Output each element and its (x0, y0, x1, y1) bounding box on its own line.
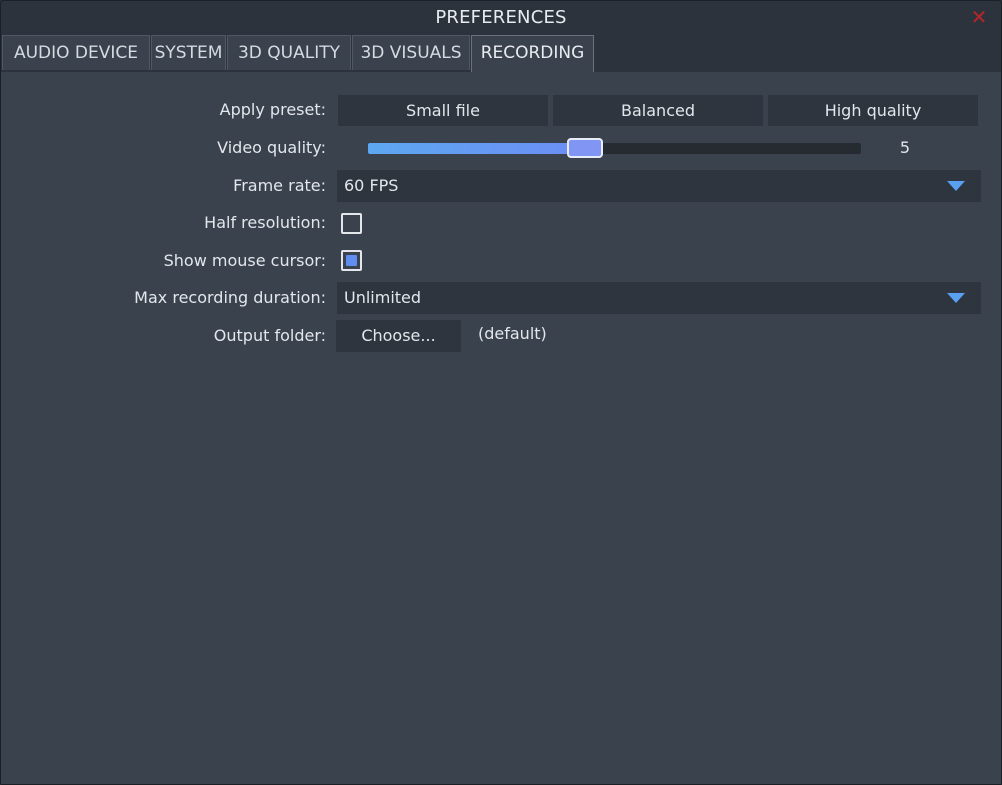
tab-3d-visuals[interactable]: 3D VISUALS (352, 35, 470, 70)
title-bar: PREFERENCES ✕ (1, 1, 1001, 35)
preset-balanced-button[interactable]: Balanced (553, 95, 763, 126)
output-folder-label: Output folder: (213, 326, 326, 345)
frame-rate-label: Frame rate: (233, 176, 326, 195)
output-folder-value: (default) (478, 324, 547, 343)
frame-rate-value: 60 FPS (344, 176, 399, 195)
tab-3d-quality[interactable]: 3D QUALITY (227, 35, 351, 70)
checkbox-checked-mark (346, 255, 357, 266)
show-mouse-cursor-label: Show mouse cursor: (163, 251, 326, 270)
video-quality-label: Video quality: (217, 138, 326, 157)
chevron-down-icon (947, 293, 965, 303)
close-icon[interactable]: ✕ (969, 7, 989, 27)
tab-audio-device[interactable]: AUDIO DEVICE (2, 35, 150, 70)
max-recording-duration-label: Max recording duration: (134, 288, 326, 307)
max-recording-duration-dropdown[interactable]: Unlimited (337, 282, 981, 314)
video-quality-slider-fill (368, 143, 585, 154)
tab-bar: AUDIO DEVICE SYSTEM 3D QUALITY 3D VISUAL… (1, 35, 1001, 72)
choose-folder-button[interactable]: Choose... (336, 320, 461, 352)
tab-recording[interactable]: RECORDING (471, 35, 594, 72)
tab-system[interactable]: SYSTEM (151, 35, 226, 70)
apply-preset-label: Apply preset: (219, 100, 326, 119)
video-quality-slider-handle[interactable] (566, 138, 603, 158)
video-quality-value: 5 (899, 138, 911, 157)
window-title: PREFERENCES (435, 7, 567, 28)
chevron-down-icon (947, 181, 965, 191)
preset-small-file-button[interactable]: Small file (338, 95, 548, 126)
show-mouse-cursor-checkbox[interactable] (341, 250, 362, 271)
preset-high-quality-button[interactable]: High quality (768, 95, 978, 126)
preferences-window: PREFERENCES ✕ AUDIO DEVICE SYSTEM 3D QUA… (0, 0, 1002, 785)
video-quality-slider-track[interactable] (368, 143, 861, 154)
frame-rate-dropdown[interactable]: 60 FPS (337, 170, 981, 202)
half-resolution-label: Half resolution: (204, 213, 326, 232)
max-recording-duration-value: Unlimited (344, 288, 422, 307)
recording-panel: Apply preset: Small file Balanced High q… (1, 72, 1001, 784)
half-resolution-checkbox[interactable] (341, 213, 362, 234)
